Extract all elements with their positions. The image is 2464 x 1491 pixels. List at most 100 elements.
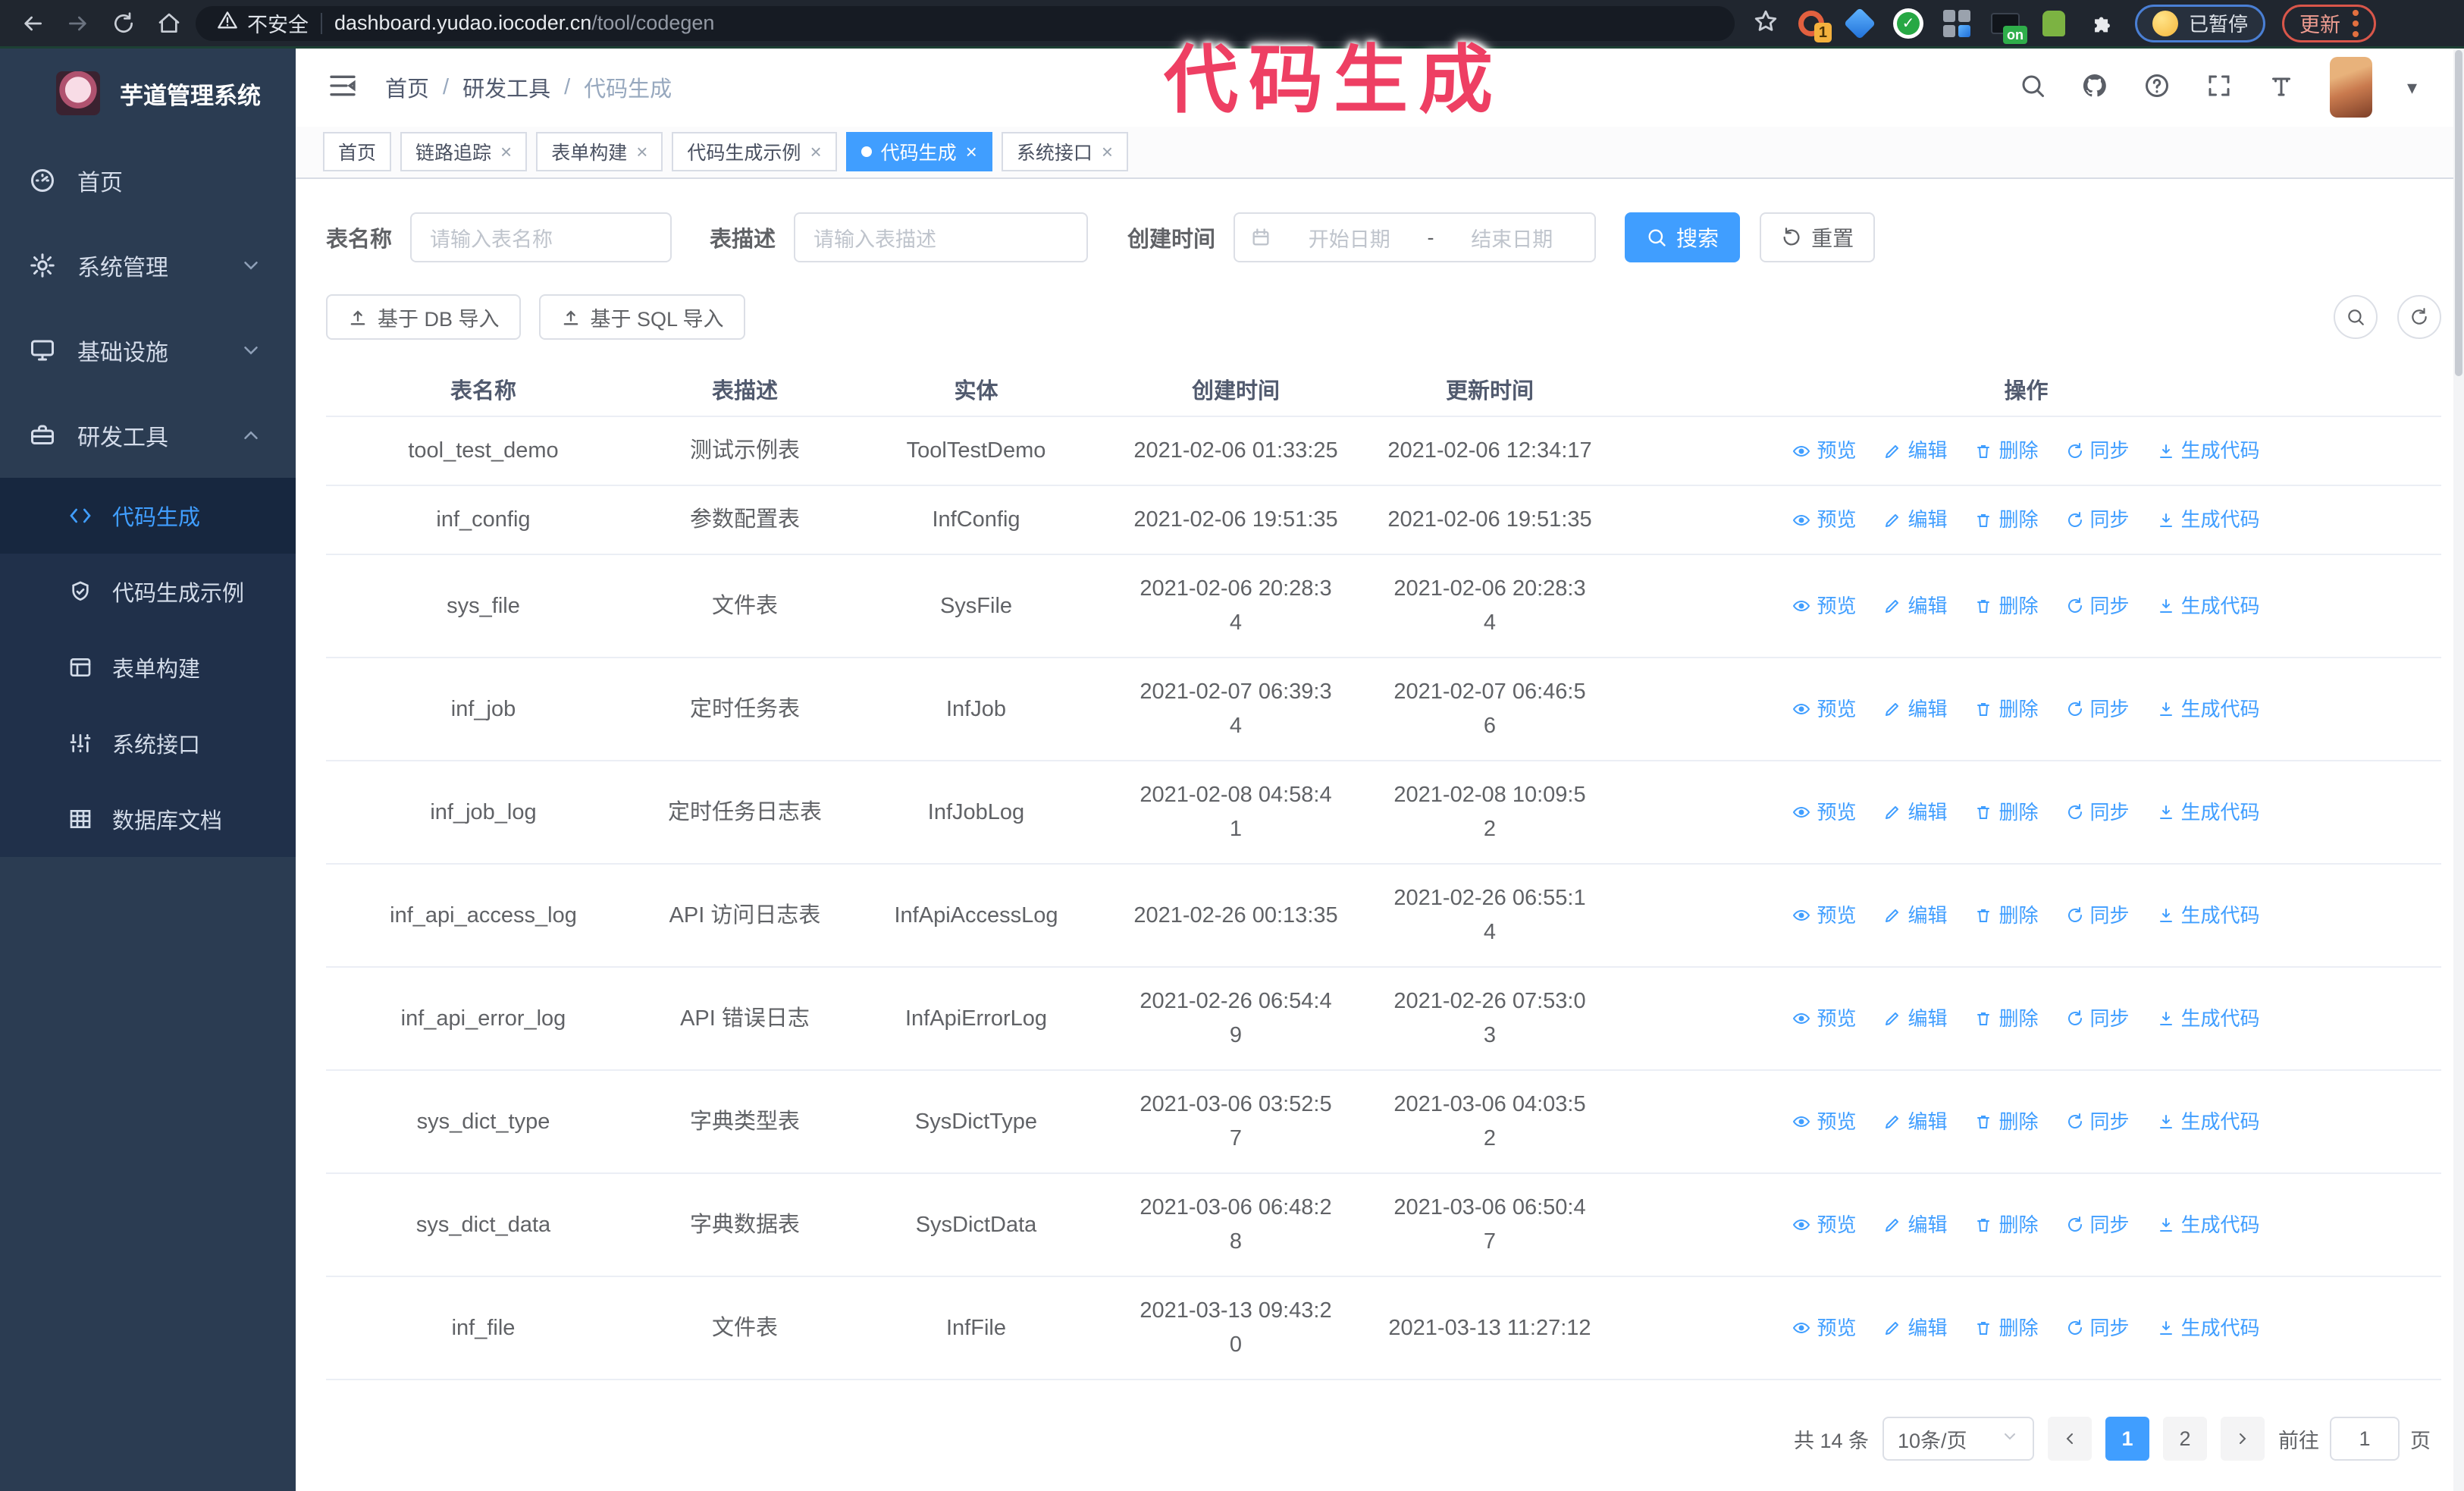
sync-link[interactable]: 同步 [2066,692,2130,727]
preview-link[interactable]: 预览 [1792,503,1856,537]
breadcrumb-item[interactable]: 首页 [385,71,429,103]
close-tab-icon[interactable]: × [810,140,821,164]
browser-update-button[interactable]: 更新 [2282,4,2377,42]
page-number-button[interactable]: 1 [2105,1417,2149,1461]
breadcrumb-item[interactable]: 研发工具 [462,71,550,103]
delete-link[interactable]: 删除 [1974,796,2039,830]
close-tab-icon[interactable]: × [966,140,977,164]
sidebar-submenu-item[interactable]: 代码生成示例 [0,554,296,629]
browser-menu-icon[interactable] [2353,9,2359,37]
extension-check-icon[interactable]: ✓ [1892,8,1924,39]
sidebar-submenu-item[interactable]: 数据库文档 [0,781,296,857]
not-secure-warning[interactable]: 不安全 [217,8,309,38]
generate-code-link[interactable]: 生成代码 [2157,1002,2260,1036]
table-desc-input[interactable]: 请输入表描述 [794,212,1089,262]
sync-link[interactable]: 同步 [2066,434,2130,468]
close-tab-icon[interactable]: × [1102,140,1113,164]
generate-code-link[interactable]: 生成代码 [2157,503,2260,537]
edit-link[interactable]: 编辑 [1883,796,1947,830]
sync-link[interactable]: 同步 [2066,1311,2130,1345]
edit-link[interactable]: 编辑 [1883,1002,1947,1036]
preview-link[interactable]: 预览 [1792,1105,1856,1139]
delete-link[interactable]: 删除 [1974,589,2039,623]
sidebar-submenu-item[interactable]: 系统接口 [0,705,296,781]
extensions-puzzle-icon[interactable] [2086,8,2118,39]
edit-link[interactable]: 编辑 [1883,899,1947,933]
preview-link[interactable]: 预览 [1792,1208,1856,1242]
extension-green-icon[interactable] [2038,8,2070,39]
sidebar-menu-item[interactable]: 首页 [0,138,296,223]
import-db-button[interactable]: 基于 DB 导入 [326,294,521,340]
preview-link[interactable]: 预览 [1792,899,1856,933]
generate-code-link[interactable]: 生成代码 [2157,434,2260,468]
github-icon[interactable] [2081,72,2108,103]
delete-link[interactable]: 删除 [1974,1105,2039,1139]
tag-view-tab[interactable]: 链路追踪 × [400,132,528,172]
extension-orange-icon[interactable]: 1 [1795,8,1832,42]
preview-link[interactable]: 预览 [1792,1002,1856,1036]
edit-link[interactable]: 编辑 [1883,503,1947,537]
prev-page-button[interactable] [2048,1417,2092,1461]
generate-code-link[interactable]: 生成代码 [2157,796,2260,830]
sync-link[interactable]: 同步 [2066,589,2130,623]
sync-link[interactable]: 同步 [2066,503,2130,537]
scrollbar-thumb[interactable] [2455,50,2462,376]
jump-page-input[interactable]: 1 [2330,1417,2400,1461]
sidebar-submenu-item[interactable]: 代码生成 [0,478,296,554]
close-tab-icon[interactable]: × [636,140,647,164]
address-bar[interactable]: 不安全 dashboard.yudao.iocoder.cn/tool/code… [196,5,1735,41]
date-range-picker[interactable]: 开始日期 - 结束日期 [1234,212,1597,262]
refresh-table-button[interactable] [2397,295,2441,339]
delete-link[interactable]: 删除 [1974,899,2039,933]
browser-forward-button[interactable] [59,5,97,42]
sidebar-fold-icon[interactable] [328,71,358,105]
sync-link[interactable]: 同步 [2066,899,2130,933]
help-icon[interactable] [2143,72,2171,103]
browser-reload-button[interactable] [105,5,143,42]
search-button[interactable]: 搜索 [1625,212,1741,262]
preview-link[interactable]: 预览 [1792,434,1856,468]
generate-code-link[interactable]: 生成代码 [2157,1311,2260,1345]
tag-view-tab[interactable]: 表单构建 × [536,132,663,172]
delete-link[interactable]: 删除 [1974,434,2039,468]
tag-view-tab[interactable]: 系统接口 × [1001,132,1129,172]
sync-link[interactable]: 同步 [2066,1105,2130,1139]
sync-link[interactable]: 同步 [2066,796,2130,830]
extension-gem-icon[interactable] [1843,7,1876,39]
edit-link[interactable]: 编辑 [1883,434,1947,468]
delete-link[interactable]: 删除 [1974,1002,2039,1036]
page-number-button[interactable]: 2 [2163,1417,2207,1461]
delete-link[interactable]: 删除 [1974,692,2039,727]
edit-link[interactable]: 编辑 [1883,692,1947,727]
edit-link[interactable]: 编辑 [1883,1105,1947,1139]
preview-link[interactable]: 预览 [1792,796,1856,830]
sync-link[interactable]: 同步 [2066,1208,2130,1242]
delete-link[interactable]: 删除 [1974,1208,2039,1242]
search-icon[interactable] [2019,72,2046,103]
browser-home-button[interactable] [150,5,188,42]
tag-view-tab[interactable]: 首页 [323,132,392,172]
browser-back-button[interactable] [14,5,52,42]
preview-link[interactable]: 预览 [1792,1311,1856,1345]
sidebar-menu-item[interactable]: 系统管理 [0,223,296,308]
edit-link[interactable]: 编辑 [1883,1208,1947,1242]
page-size-select[interactable]: 10条/页 [1882,1417,2034,1461]
user-avatar[interactable] [2329,57,2372,118]
bookmark-star-icon[interactable] [1753,8,1779,38]
sync-link[interactable]: 同步 [2066,1002,2130,1036]
tag-view-tab[interactable]: 代码生成 × [845,132,992,172]
toggle-search-button[interactable] [2334,295,2378,339]
preview-link[interactable]: 预览 [1792,589,1856,623]
edit-link[interactable]: 编辑 [1883,589,1947,623]
import-sql-button[interactable]: 基于 SQL 导入 [538,294,745,340]
close-tab-icon[interactable]: × [500,140,512,164]
avatar-caret-icon[interactable]: ▾ [2407,76,2417,99]
tag-view-tab[interactable]: 代码生成示例 × [672,132,837,172]
sidebar-menu-item[interactable]: 基础设施 [0,308,296,393]
next-page-button[interactable] [2221,1417,2265,1461]
generate-code-link[interactable]: 生成代码 [2157,1105,2260,1139]
generate-code-link[interactable]: 生成代码 [2157,899,2260,933]
generate-code-link[interactable]: 生成代码 [2157,692,2260,727]
sidebar-submenu-item[interactable]: 表单构建 [0,629,296,705]
generate-code-link[interactable]: 生成代码 [2157,589,2260,623]
